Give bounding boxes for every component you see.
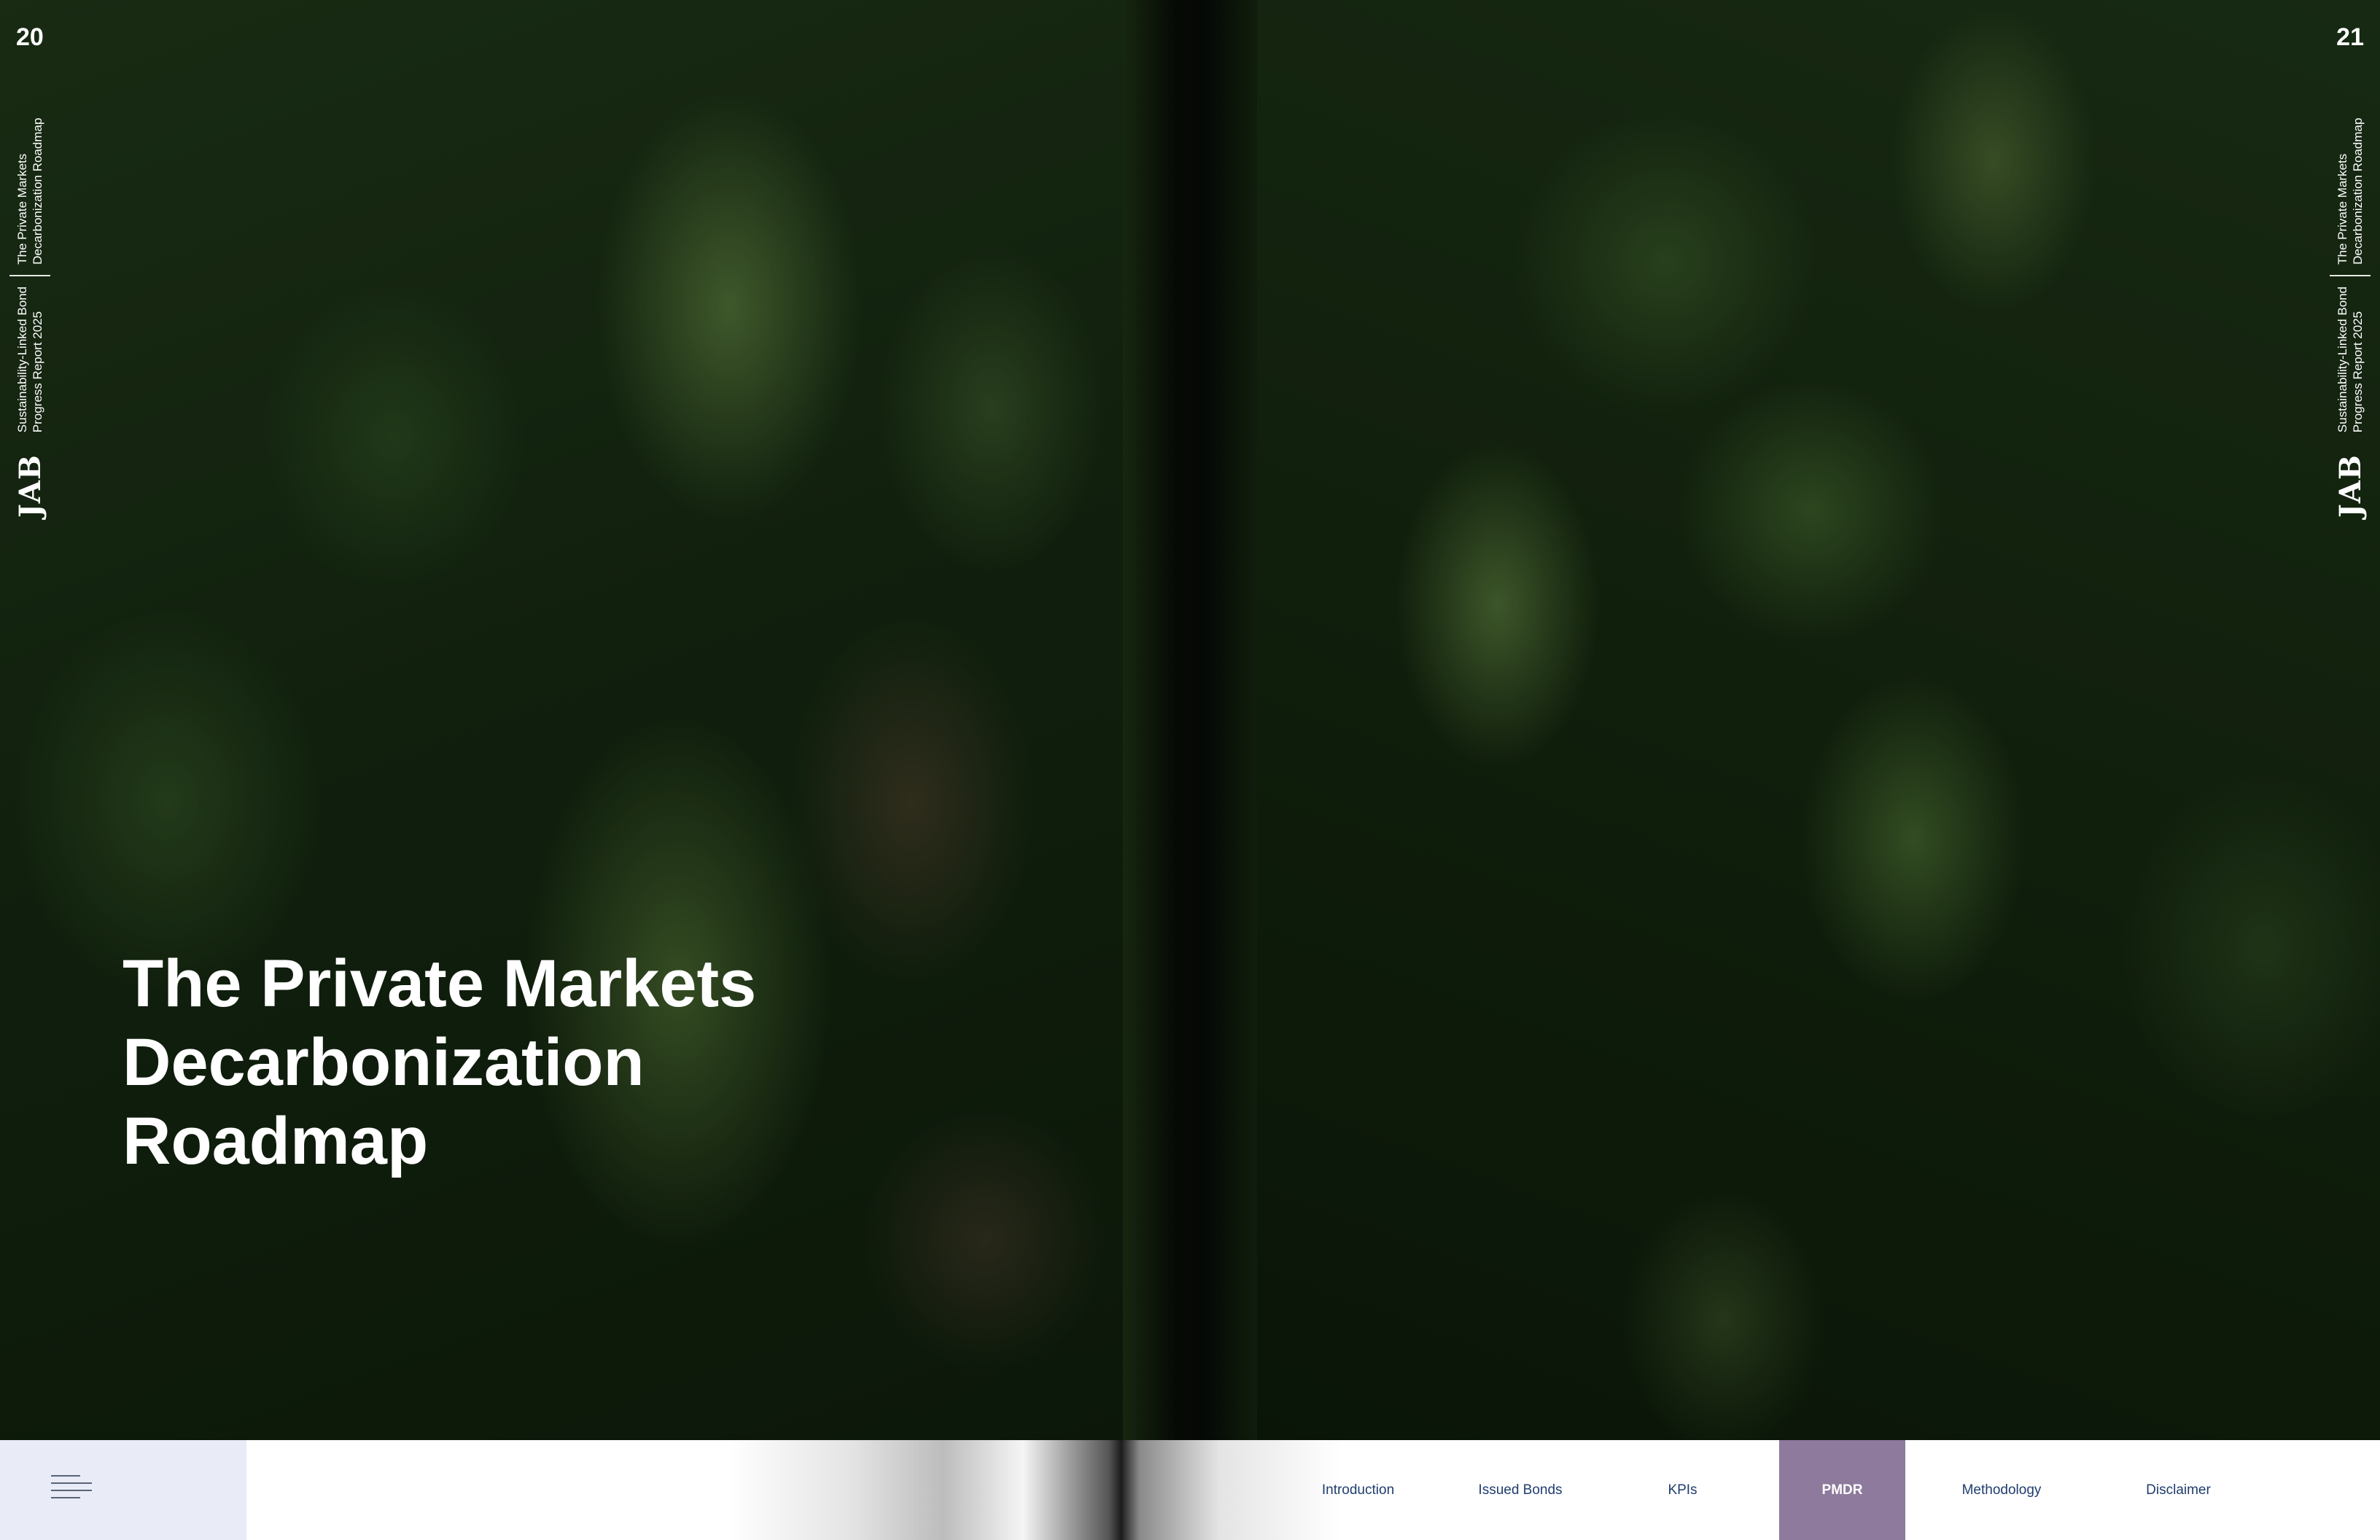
- caption-divider: [2330, 274, 2371, 276]
- section-caption: The Private Markets Decarbonization Road…: [15, 118, 45, 265]
- report-line-1: Sustainability-Linked Bond: [2336, 286, 2349, 433]
- photo-spread: 20 21 JAB Sustainability-Linked Bond Pro…: [0, 0, 2380, 1440]
- nav-introduction[interactable]: Introduction: [1298, 1440, 1418, 1540]
- report-caption: Sustainability-Linked Bond Progress Repo…: [2335, 287, 2365, 432]
- report-line-1: Sustainability-Linked Bond: [15, 286, 29, 433]
- right-page-number: 21: [2336, 23, 2364, 51]
- left-running-header: JAB Sustainability-Linked Bond Progress …: [4, 80, 55, 518]
- book-gutter: [1123, 0, 1257, 1440]
- page-fold-shadow: [729, 1440, 1342, 1540]
- hamburger-menu-icon: [51, 1475, 92, 1504]
- nav-disclaimer[interactable]: Disclaimer: [2115, 1440, 2242, 1540]
- right-page-photo: [1257, 0, 2380, 1440]
- jab-logo: JAB: [2333, 454, 2368, 518]
- section-caption: The Private Markets Decarbonization Road…: [2335, 118, 2365, 265]
- nav-issued-bonds[interactable]: Issued Bonds: [1455, 1440, 1586, 1540]
- bottom-navigation-bar: Introduction Issued Bonds KPIs PMDR Meth…: [0, 1440, 2380, 1540]
- report-line-2: Progress Report 2025: [2351, 311, 2365, 433]
- left-page-number: 20: [16, 23, 44, 51]
- nav-kpis[interactable]: KPIs: [1630, 1440, 1735, 1540]
- title-line-1: The Private Markets: [122, 946, 757, 1021]
- title-line-2: Decarbonization: [122, 1025, 645, 1100]
- right-running-header: JAB Sustainability-Linked Bond Progress …: [2325, 80, 2376, 518]
- section-line-1: The Private Markets: [2336, 153, 2349, 265]
- section-title: The Private Markets Decarbonization Road…: [122, 944, 998, 1181]
- left-page-photo: [0, 0, 1123, 1440]
- menu-button[interactable]: [0, 1440, 246, 1540]
- section-line-2: Decarbonization Roadmap: [2351, 117, 2365, 265]
- title-line-3: Roadmap: [122, 1104, 429, 1178]
- jab-logo: JAB: [12, 454, 47, 518]
- report-caption: Sustainability-Linked Bond Progress Repo…: [15, 287, 45, 432]
- section-line-1: The Private Markets: [15, 153, 29, 265]
- section-line-2: Decarbonization Roadmap: [31, 117, 44, 265]
- nav-methodology[interactable]: Methodology: [1940, 1440, 2064, 1540]
- report-line-2: Progress Report 2025: [31, 311, 44, 433]
- caption-divider: [9, 274, 50, 276]
- nav-pmdr[interactable]: PMDR: [1779, 1440, 1905, 1540]
